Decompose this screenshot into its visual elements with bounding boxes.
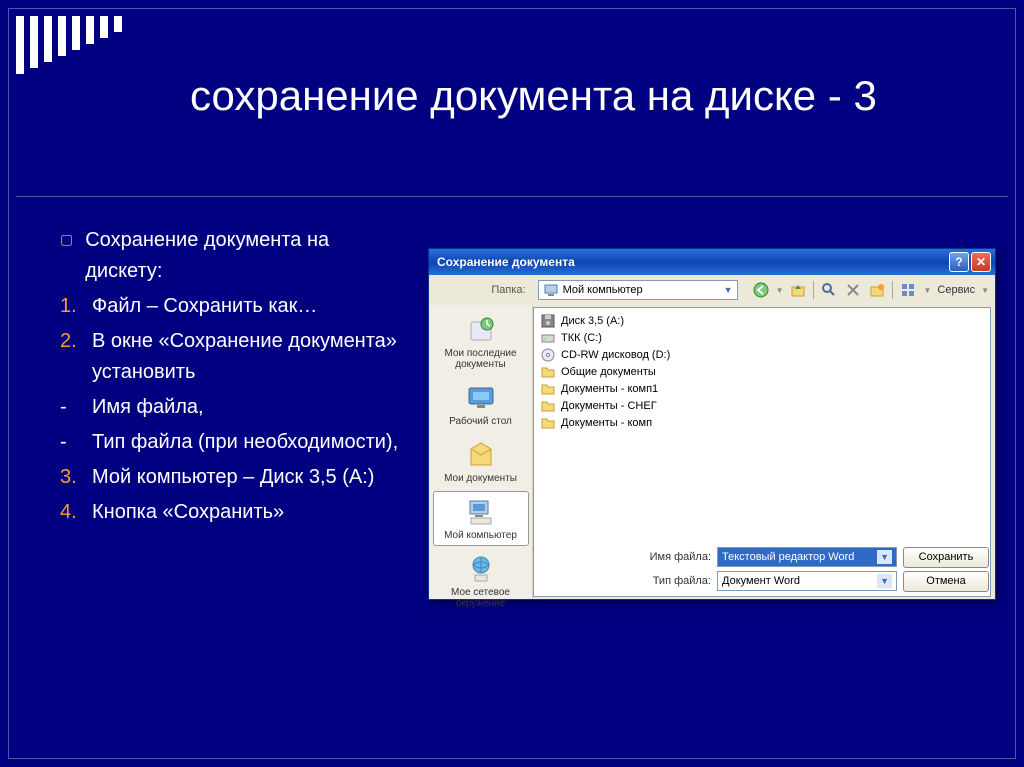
step-text: Мой компьютер – Диск 3,5 (A:): [92, 462, 374, 493]
back-button[interactable]: [752, 281, 770, 299]
bullet-intro: Сохранение документа на дискету:: [85, 225, 410, 287]
newfolder-button[interactable]: [868, 281, 886, 299]
sidebar-item-mydocs[interactable]: Мои документы: [433, 434, 529, 489]
filetype-label: Тип файла:: [641, 575, 711, 587]
filetype-combo[interactable]: Документ Word ▼: [717, 571, 897, 591]
places-sidebar: Мои последние документы Рабочий стол Мои…: [429, 305, 533, 599]
folder-value: Мой компьютер: [563, 284, 643, 296]
cancel-button[interactable]: Отмена: [903, 571, 989, 592]
step-dash: -: [60, 427, 80, 458]
filetype-value: Документ Word: [722, 575, 800, 587]
views-dropdown-icon[interactable]: ▼: [923, 286, 931, 295]
sidebar-label: Рабочий стол: [436, 416, 526, 427]
dialog-title: Сохранение документа: [437, 255, 947, 269]
divider: [16, 196, 1008, 197]
network-icon: [465, 553, 497, 585]
separator: [892, 281, 893, 299]
folder-icon: [540, 381, 556, 397]
help-button[interactable]: ?: [949, 252, 969, 272]
step-num: 1.: [60, 291, 80, 322]
filename-label: Имя файла:: [641, 551, 711, 563]
filename-value: Текстовый редактор Word: [722, 551, 854, 563]
sidebar-item-mycomputer[interactable]: Мой компьютер: [433, 491, 529, 546]
cd-icon: [540, 347, 556, 363]
floppy-icon: [540, 313, 556, 329]
tools-menu[interactable]: Сервис: [937, 284, 975, 296]
slide-title: сохранение документа на диске - 3: [190, 70, 877, 123]
sidebar-label: Мои документы: [436, 473, 526, 484]
sidebar-item-network[interactable]: Мое сетевое окружение: [433, 548, 529, 614]
sidebar-label: Мой компьютер: [436, 530, 526, 541]
hdd-icon: [540, 330, 556, 346]
list-item[interactable]: Документы - комп1: [538, 380, 986, 397]
chevron-down-icon[interactable]: ▼: [877, 574, 892, 588]
computer-icon: [543, 282, 559, 298]
step-num: 2.: [60, 326, 80, 388]
separator: [813, 281, 814, 299]
file-label: ТКК (C:): [561, 332, 602, 344]
recent-icon: [465, 314, 497, 346]
step-text: Файл – Сохранить как…: [92, 291, 317, 322]
file-label: Документы - СНЕГ: [561, 400, 657, 412]
list-item[interactable]: CD-RW дисковод (D:): [538, 346, 986, 363]
save-dialog: Сохранение документа ? ✕ Папка: Мой комп…: [428, 248, 996, 600]
views-button[interactable]: [899, 281, 917, 299]
up-button[interactable]: [789, 281, 807, 299]
file-label: Документы - комп: [561, 417, 652, 429]
folder-icon: [540, 398, 556, 414]
delete-button[interactable]: [844, 281, 862, 299]
sidebar-item-desktop[interactable]: Рабочий стол: [433, 377, 529, 432]
sidebar-label: Мое сетевое окружение: [436, 587, 526, 609]
tools-dropdown-icon[interactable]: ▼: [981, 286, 989, 295]
back-dropdown-icon[interactable]: ▼: [776, 286, 784, 295]
step-num: 4.: [60, 497, 80, 528]
decor-bars: [16, 16, 122, 74]
bullet-icon: ▢: [60, 229, 73, 287]
search-button[interactable]: [820, 281, 838, 299]
step-dash: -: [60, 392, 80, 423]
computer-icon: [465, 496, 497, 528]
file-label: Документы - комп1: [561, 383, 658, 395]
list-item[interactable]: Документы - комп: [538, 414, 986, 431]
toolbar: Папка: Мой компьютер ▼ ▼ ▼ Сервис ▼: [429, 275, 995, 305]
sidebar-label: Мои последние документы: [436, 348, 526, 370]
file-label: Диск 3,5 (A:): [561, 315, 624, 327]
step-text: Имя файла,: [92, 392, 204, 423]
list-item[interactable]: Общие документы: [538, 363, 986, 380]
step-text: Тип файла (при необходимости),: [92, 427, 398, 458]
step-num: 3.: [60, 462, 80, 493]
file-label: Общие документы: [561, 366, 656, 378]
list-item[interactable]: ТКК (C:): [538, 329, 986, 346]
chevron-down-icon[interactable]: ▼: [877, 550, 892, 564]
close-button[interactable]: ✕: [971, 252, 991, 272]
chevron-down-icon: ▼: [724, 285, 733, 295]
folder-icon: [540, 364, 556, 380]
slide-content: ▢ Сохранение документа на дискету: 1. Фай…: [60, 225, 410, 532]
mydocs-icon: [465, 439, 497, 471]
folder-label: Папка:: [435, 284, 532, 296]
list-item[interactable]: Диск 3,5 (A:): [538, 312, 986, 329]
sidebar-item-recent[interactable]: Мои последние документы: [433, 309, 529, 375]
filename-input[interactable]: Текстовый редактор Word ▼: [717, 547, 897, 567]
titlebar[interactable]: Сохранение документа ? ✕: [429, 249, 995, 275]
file-label: CD-RW дисковод (D:): [561, 349, 670, 361]
step-text: Кнопка «Сохранить»: [92, 497, 284, 528]
folder-combo[interactable]: Мой компьютер ▼: [538, 280, 738, 300]
desktop-icon: [465, 382, 497, 414]
folder-icon: [540, 415, 556, 431]
list-item[interactable]: Документы - СНЕГ: [538, 397, 986, 414]
save-button[interactable]: Сохранить: [903, 547, 989, 568]
step-text: В окне «Сохранение документа» установить: [92, 326, 410, 388]
